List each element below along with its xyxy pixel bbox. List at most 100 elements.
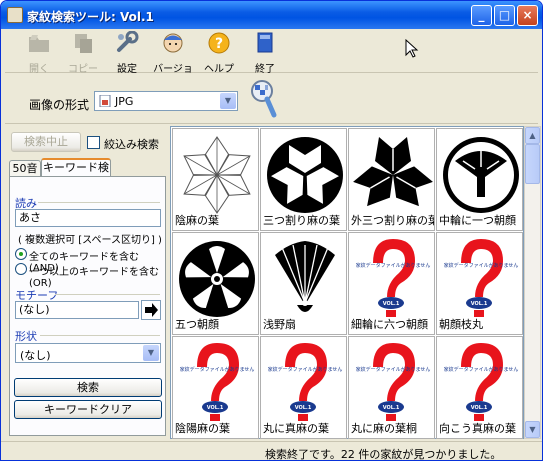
result-name: 外三つ割り麻の葉 <box>351 214 435 227</box>
svg-text:家紋データファイルがありません: 家紋データファイルがありません <box>444 366 519 373</box>
result-cell[interactable]: 五つ朝顔 <box>172 232 259 335</box>
mouse-cursor-icon <box>405 39 419 58</box>
result-name: 五つ朝顔 <box>175 318 219 331</box>
result-cell[interactable]: 家紋データファイルがありません VOL.1 陰陽麻の葉 <box>172 336 259 439</box>
family-crest-image <box>275 241 335 312</box>
or-radio-label: 一つ以上のキーワードを含む(OR) <box>29 267 159 289</box>
tab-gojuon[interactable]: 50音 <box>9 160 41 176</box>
result-name: 陰麻の葉 <box>175 214 219 227</box>
svg-text:家紋データファイルがありません: 家紋データファイルがありません <box>356 366 431 373</box>
narrow-search-label: 絞込み検索 <box>104 138 159 151</box>
app-window: 家紋検索ツール: Vol.1 _ □ × 開く コピー 設定 バージョン ? ヘ… <box>0 0 543 461</box>
minimize-button[interactable]: _ <box>471 5 492 26</box>
help-button[interactable]: ? ヘルプ <box>197 31 241 75</box>
svg-text:VOL.1: VOL.1 <box>383 301 400 307</box>
version-button[interactable]: バージョン <box>151 31 195 90</box>
motif-input[interactable]: (なし) <box>15 301 139 319</box>
svg-text:VOL.1: VOL.1 <box>207 405 224 411</box>
result-cell[interactable]: 浅野扇 <box>260 232 347 335</box>
keyword-tab-body: 読み あさ ( 複数選択可 [スペース区切り] ) 全てのキーワードを含む(AN… <box>9 176 166 436</box>
missing-image-icon: 家紋データファイルがありません VOL.1 <box>356 343 431 421</box>
result-name: 浅野扇 <box>263 318 296 331</box>
folder-icon <box>29 35 49 52</box>
scroll-thumb[interactable] <box>525 144 540 184</box>
svg-text:VOL.1: VOL.1 <box>471 301 488 307</box>
result-cell[interactable]: 三つ割り麻の葉 <box>260 128 347 231</box>
divider <box>40 335 160 336</box>
svg-text:VOL.1: VOL.1 <box>383 405 400 411</box>
missing-image-icon: 家紋データファイルがありません VOL.1 <box>268 343 342 421</box>
keyword-clear-button[interactable]: キーワードクリア <box>14 400 162 419</box>
search-panel: 検索中止 絞込み検索 50音 キーワード検索 読み あさ ( 複数選択可 [スペ… <box>5 126 168 439</box>
family-crest-image <box>183 136 251 214</box>
result-name: 朝顔枝丸 <box>439 318 483 331</box>
result-name: 三つ割り麻の葉 <box>263 214 340 227</box>
svg-text:家紋データファイルがありません: 家紋データファイルがありません <box>356 262 431 269</box>
or-radio[interactable] <box>15 263 27 275</box>
and-radio[interactable] <box>15 248 27 260</box>
settings-button[interactable]: 設定 <box>105 30 149 75</box>
missing-image-icon: 家紋データファイルがありません VOL.1 <box>444 343 519 421</box>
book-exit-icon <box>257 32 273 53</box>
results-scrollbar[interactable]: ▲ ▼ <box>524 126 541 439</box>
result-cell[interactable]: 家紋データファイルがありません VOL.1 細輪に六つ朝顔 <box>348 232 435 335</box>
reading-input[interactable]: あさ <box>15 209 161 227</box>
reading-hint: ( 複数選択可 [スペース区切り] ) <box>18 235 162 246</box>
divider <box>38 202 160 203</box>
exit-button[interactable]: 終了 <box>243 31 287 75</box>
magnifier-icon[interactable] <box>249 79 279 121</box>
svg-text:VOL.1: VOL.1 <box>471 405 488 411</box>
result-name: 向こう真麻の葉 <box>439 422 516 435</box>
results-grid: 陰麻の葉 三つ割り麻の葉 外三つ割り麻の葉 中輪に一つ朝顔 五つ朝顔 浅野扇 家紋データファ… <box>170 126 524 439</box>
tab-keyword-search[interactable]: キーワード検索 <box>41 158 111 189</box>
result-cell[interactable]: 陰麻の葉 <box>172 128 259 231</box>
result-cell[interactable]: 家紋データファイルがありません VOL.1 向こう真麻の葉 <box>436 336 523 439</box>
close-button[interactable]: × <box>517 5 538 26</box>
toolbar: 開く コピー 設定 バージョン ? ヘルプ 終了 <box>5 29 538 90</box>
chevron-down-icon[interactable]: ▼ <box>220 93 236 109</box>
result-cell[interactable]: 家紋データファイルがありません VOL.1 丸に麻の葉桐 <box>348 336 435 439</box>
format-select[interactable]: JPG ▼ <box>94 91 238 111</box>
result-name: 細輪に六つ朝顔 <box>351 318 428 331</box>
result-name: 陰陽麻の葉 <box>175 422 230 435</box>
format-bar: 画像の形式 JPG ▼ <box>5 74 538 124</box>
result-cell[interactable]: 外三つ割り麻の葉 <box>348 128 435 231</box>
svg-text:家紋データファイルがありません: 家紋データファイルがありません <box>180 366 255 373</box>
motif-pick-button[interactable] <box>141 300 161 320</box>
result-name: 中輪に一つ朝顔 <box>439 214 516 227</box>
person-icon <box>163 33 183 53</box>
family-crest-image <box>443 137 519 213</box>
chevron-down-icon[interactable]: ▼ <box>143 345 159 361</box>
result-cell[interactable]: 家紋データファイルがありません VOL.1 丸に真麻の葉 <box>260 336 347 439</box>
shape-label: 形状 <box>15 330 37 343</box>
svg-text:?: ? <box>215 36 223 52</box>
family-crest-image <box>267 137 343 213</box>
open-button[interactable]: 開く <box>17 31 61 75</box>
family-crest-image <box>353 137 433 207</box>
wrench-icon <box>117 30 139 52</box>
app-icon <box>7 7 23 23</box>
search-button[interactable]: 検索 <box>14 378 162 397</box>
status-text: 検索終了です。22 件の家紋が見つかりました。 <box>265 448 502 461</box>
format-label: 画像の形式 <box>29 98 90 112</box>
svg-text:VOL.1: VOL.1 <box>295 405 312 411</box>
missing-image-icon: 家紋データファイルがありません VOL.1 <box>444 239 518 317</box>
missing-image-icon: 家紋データファイルがありません VOL.1 <box>356 239 431 317</box>
stop-search-button[interactable]: 検索中止 <box>11 132 81 152</box>
maximize-button[interactable]: □ <box>494 5 515 26</box>
result-cell[interactable]: 中輪に一つ朝顔 <box>436 128 523 231</box>
title-bar: 家紋検索ツール: Vol.1 _ □ × <box>1 1 542 29</box>
scroll-down-button[interactable]: ▼ <box>525 421 540 438</box>
shape-select[interactable]: (なし) ▼ <box>15 343 161 363</box>
help-icon: ? <box>208 32 230 54</box>
family-crest-image <box>179 241 255 317</box>
narrow-search-checkbox[interactable] <box>87 136 100 149</box>
result-name: 丸に真麻の葉 <box>263 422 329 435</box>
copy-button[interactable]: コピー <box>61 31 105 75</box>
result-cell[interactable]: 家紋データファイルがありません VOL.1 朝顔枝丸 <box>436 232 523 335</box>
status-bar: 検索終了です。22 件の家紋が見つかりました。 <box>1 441 542 461</box>
scroll-up-button[interactable]: ▲ <box>525 127 540 144</box>
image-file-icon <box>99 95 111 107</box>
divider <box>55 294 160 295</box>
arrow-right-icon <box>145 303 158 317</box>
